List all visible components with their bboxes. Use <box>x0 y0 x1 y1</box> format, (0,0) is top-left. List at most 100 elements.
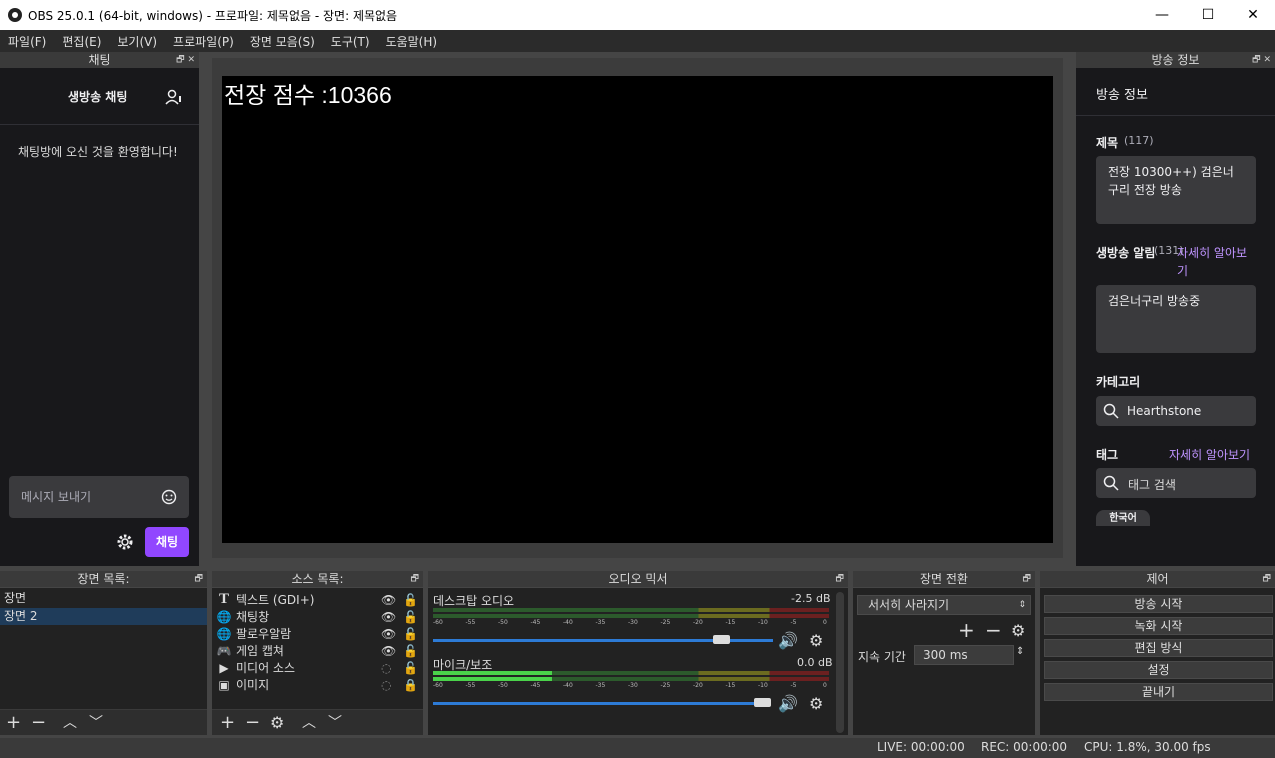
source-item[interactable]: T 텍스트 (GDI+) 👁 🔓 <box>212 591 423 608</box>
meter-tick-label: -45 <box>530 682 541 689</box>
tag-search-input[interactable]: 태그 검색 <box>1096 468 1256 498</box>
unlock-icon[interactable]: 🔓 <box>403 610 423 624</box>
add-icon[interactable]: + <box>958 618 975 642</box>
notice-input[interactable]: 검은너구리 방송중 <box>1096 285 1256 353</box>
meter-tick-label: -15 <box>725 682 736 689</box>
gear-icon[interactable]: ⚙ <box>270 713 284 732</box>
dock-float-icon[interactable]: 🗗 <box>836 571 844 587</box>
source-name: 텍스트 (GDI+) <box>236 593 315 607</box>
controls-dock-header: 제어 🗗 <box>1040 571 1275 587</box>
notice-learn-more-link[interactable]: 자세히 알아보기 <box>1177 244 1257 280</box>
source-item[interactable]: 🌐 팔로우알람 👁 🔓 <box>212 625 423 642</box>
play-icon: ▶ <box>219 660 229 675</box>
gamepad-icon: 🎮 <box>216 643 232 658</box>
chat-settings-gear-icon[interactable] <box>116 533 134 551</box>
menu-edit[interactable]: 편집(E) <box>54 33 109 50</box>
menu-profile[interactable]: 프로파일(P) <box>165 33 242 50</box>
scene-item[interactable]: 장면 <box>0 590 207 607</box>
menu-tools[interactable]: 도구(T) <box>323 33 378 50</box>
eye-icon[interactable]: 👁 <box>381 610 403 624</box>
meter-tick-label: -10 <box>758 682 768 689</box>
transition-select[interactable]: 서서히 사라지기 ⇕ <box>857 595 1031 615</box>
menu-file[interactable]: 파일(F) <box>0 33 54 50</box>
globe-icon: 🌐 <box>216 626 232 641</box>
settings-button[interactable]: 설정 <box>1044 661 1273 679</box>
scene-item-selected[interactable]: 장면 2 <box>0 608 207 625</box>
source-item[interactable]: ▣ 이미지 ◌ 🔒 <box>212 676 423 693</box>
duration-stepper-icon[interactable]: ⇕ <box>1016 646 1024 657</box>
start-recording-button[interactable]: 녹화 시작 <box>1044 617 1273 635</box>
add-icon[interactable]: + <box>6 712 21 733</box>
remove-icon[interactable]: − <box>31 712 46 733</box>
source-item[interactable]: 🌐 채팅창 👁 🔓 <box>212 608 423 625</box>
speaker-icon[interactable]: 🔊 <box>778 631 798 650</box>
search-icon <box>1103 475 1119 491</box>
gear-icon[interactable]: ⚙ <box>1011 621 1025 640</box>
meter-ticks: -60 -55 -50 -45 -40 -35 -30 -25 -20 -15 -10 -5 0 <box>433 682 829 690</box>
chat-send-button[interactable]: 채팅 <box>145 527 189 557</box>
eye-hidden-icon[interactable]: ◌ <box>381 678 403 692</box>
move-down-icon[interactable]: ﹀ <box>89 712 103 732</box>
remove-icon[interactable]: − <box>985 618 1002 642</box>
transitions-body: 서서히 사라지기 ⇕ + − ⚙ 지속 기간 300 ms ⇕ <box>853 588 1035 735</box>
channel-name: 데스크탑 오디오 <box>433 594 515 608</box>
move-up-icon[interactable]: ︿ <box>302 712 316 732</box>
tag-chip[interactable]: 한국어 <box>1096 510 1150 526</box>
menu-scene-collection[interactable]: 장면 모음(S) <box>242 33 323 50</box>
dock-float-close-icons[interactable]: 🗗 ✕ <box>1252 52 1271 68</box>
meter-tick-label: -20 <box>693 619 703 626</box>
tags-learn-more-link[interactable]: 자세히 알아보기 <box>1169 446 1250 463</box>
dock-float-icon[interactable]: 🗗 <box>1263 571 1271 587</box>
meter-tick-label: -20 <box>693 682 703 689</box>
category-label: 카테고리 <box>1096 375 1141 389</box>
stream-info-dock: 방송 정보 🗗 ✕ 방송 정보 제목 (117) 전장 10300++) 검은너… <box>1076 52 1275 566</box>
title-bar: OBS 25.0.1 (64-bit, windows) - 프로파일: 제목없… <box>0 0 1275 30</box>
gear-icon[interactable]: ⚙ <box>809 631 823 650</box>
gear-icon[interactable]: ⚙ <box>809 694 823 713</box>
source-item[interactable]: 🎮 게임 캡쳐 👁 🔓 <box>212 642 423 659</box>
level-meter <box>433 608 829 612</box>
volume-slider-handle[interactable] <box>754 698 771 707</box>
eye-icon[interactable]: 👁 <box>381 644 403 658</box>
chat-input[interactable]: 메시지 보내기 <box>9 476 189 518</box>
title-input[interactable]: 전장 10300++) 검은너구리 전장 방송 <box>1096 156 1256 224</box>
dock-float-close-icons[interactable]: 🗗 ✕ <box>176 52 195 68</box>
stream-info-heading: 방송 정보 <box>1096 88 1148 103</box>
eye-icon[interactable]: 👁 <box>381 593 403 607</box>
mixer-scrollbar[interactable] <box>836 592 844 733</box>
unlock-icon[interactable]: 🔓 <box>403 593 423 607</box>
users-icon[interactable] <box>165 88 183 106</box>
studio-mode-button[interactable]: 편집 방식 <box>1044 639 1273 657</box>
remove-icon[interactable]: − <box>245 712 260 733</box>
start-streaming-button[interactable]: 방송 시작 <box>1044 595 1273 613</box>
move-down-icon[interactable]: ﹀ <box>328 712 342 732</box>
duration-input[interactable]: 300 ms <box>914 645 1014 665</box>
close-button[interactable]: ✕ <box>1230 0 1275 30</box>
unlock-icon[interactable]: 🔓 <box>403 627 423 641</box>
lock-icon[interactable]: 🔒 <box>403 678 423 692</box>
dock-float-icon[interactable]: 🗗 <box>195 571 203 587</box>
exit-button[interactable]: 끝내기 <box>1044 683 1273 701</box>
unlock-icon[interactable]: 🔓 <box>403 644 423 658</box>
stream-info-header: 방송 정보 <box>1076 68 1275 116</box>
status-bar: LIVE: 00:00:00 REC: 00:00:00 CPU: 1.8%, … <box>0 738 1275 758</box>
emoji-icon[interactable] <box>161 489 177 505</box>
dock-float-icon[interactable]: 🗗 <box>1023 571 1031 587</box>
controls-body: 방송 시작 녹화 시작 편집 방식 설정 끝내기 <box>1040 588 1275 735</box>
preview-canvas[interactable]: 전장 점수 :10366 <box>222 76 1053 543</box>
source-item[interactable]: ▶ 미디어 소스 ◌ 🔓 <box>212 659 423 676</box>
minimize-button[interactable]: — <box>1139 0 1185 30</box>
dock-float-icon[interactable]: 🗗 <box>411 571 419 587</box>
volume-slider[interactable] <box>433 702 758 705</box>
unlock-icon[interactable]: 🔓 <box>403 661 423 675</box>
eye-hidden-icon[interactable]: ◌ <box>381 661 403 675</box>
speaker-icon[interactable]: 🔊 <box>778 694 798 713</box>
move-up-icon[interactable]: ︿ <box>63 712 77 732</box>
menu-view[interactable]: 보기(V) <box>109 33 165 50</box>
menu-help[interactable]: 도움말(H) <box>378 33 446 50</box>
eye-icon[interactable]: 👁 <box>381 627 403 641</box>
volume-slider-handle[interactable] <box>713 635 730 644</box>
category-input[interactable]: Hearthstone <box>1096 396 1256 426</box>
maximize-button[interactable]: ☐ <box>1185 0 1231 30</box>
add-icon[interactable]: + <box>220 712 235 733</box>
